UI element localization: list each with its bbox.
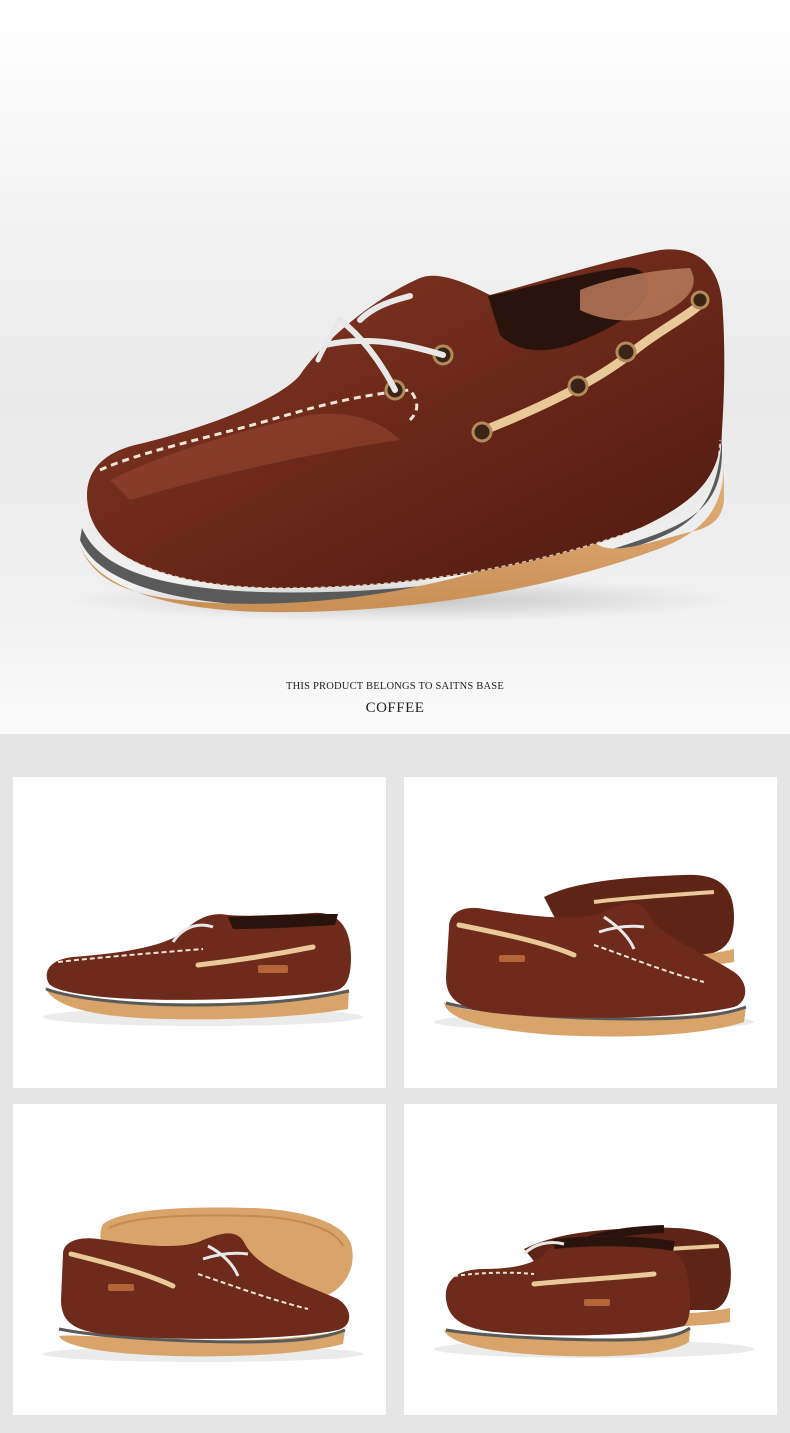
shoe-pair-sole-image: [43, 1207, 363, 1362]
shoe-pair-front-image: [434, 874, 754, 1037]
shoe-side-image: [43, 912, 363, 1026]
hero-section: THIS PRODUCT BELONGS TO SAITNS BASE COFF…: [0, 0, 790, 734]
gallery-tile-pair-rear-view[interactable]: [404, 1104, 777, 1415]
gallery-tile-pair-sole-view[interactable]: [13, 1104, 386, 1415]
color-caption: COFFEE: [365, 700, 425, 716]
shoe-pair-rear-image: [434, 1225, 754, 1358]
hero-shoe-image: [70, 249, 730, 622]
gallery-tile-pair-front-view[interactable]: [404, 777, 777, 1088]
gallery-tile-side-view[interactable]: [13, 777, 386, 1088]
brand-caption: THIS PRODUCT BELONGS TO SAITNS BASE: [286, 681, 504, 692]
